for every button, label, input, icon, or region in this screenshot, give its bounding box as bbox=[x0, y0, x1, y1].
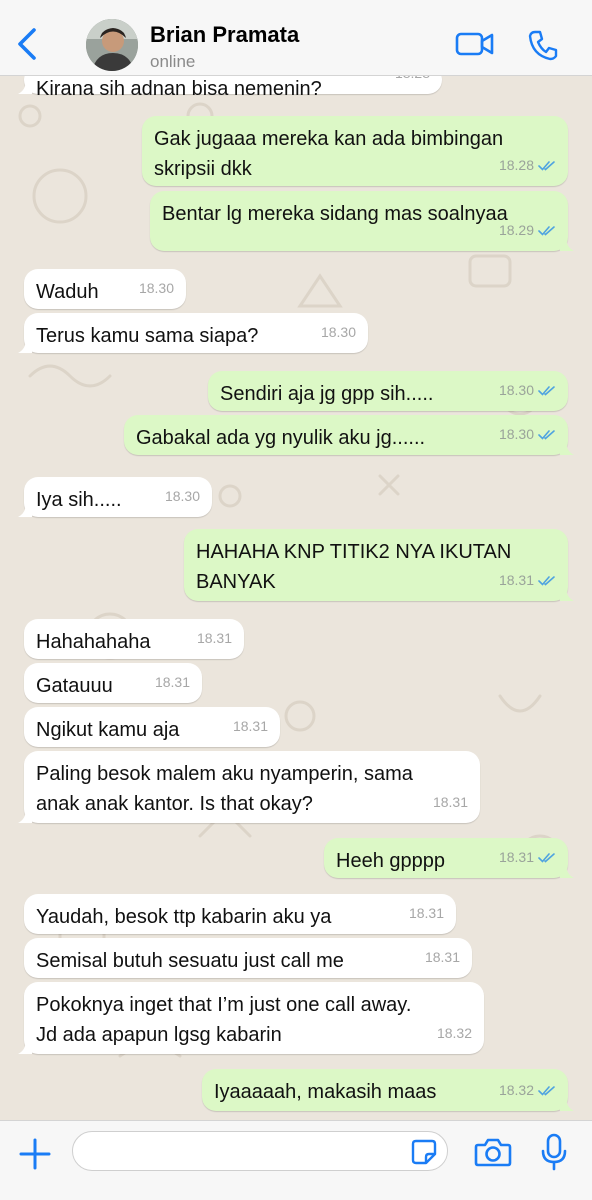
message-time: 18.28 bbox=[395, 76, 430, 88]
incoming-message-bubble[interactable]: Ngikut kamu aja 18.31 bbox=[24, 707, 280, 747]
read-receipt-icon bbox=[538, 852, 555, 863]
chat-header: Brian Pramata online bbox=[0, 0, 592, 76]
incoming-message-bubble[interactable]: Terus kamu sama siapa? 18.30 bbox=[18, 313, 368, 353]
video-call-icon[interactable] bbox=[455, 30, 495, 58]
message-text: Yaudah, besok ttp kabarin aku ya bbox=[36, 906, 332, 928]
read-receipt-icon bbox=[538, 160, 555, 171]
message-time: 18.30 bbox=[164, 488, 200, 504]
message-text: Pokoknya inget that I’m just one call aw… bbox=[36, 994, 412, 1046]
message-time: 18.31 bbox=[432, 794, 468, 810]
back-chevron-icon[interactable] bbox=[12, 26, 44, 62]
message-time: 18.29 bbox=[498, 222, 534, 238]
message-time: 18.31 bbox=[498, 849, 534, 865]
read-receipt-icon bbox=[538, 385, 555, 396]
message-meta: 18.30 bbox=[499, 375, 556, 405]
message-time: 18.31 bbox=[154, 674, 190, 690]
message-meta: 18.31 bbox=[499, 565, 556, 595]
message-meta: 18.31 bbox=[433, 787, 468, 817]
outgoing-message-bubble[interactable]: HAHAHA KNP TITIK2 NYA IKUTAN BANYAK 18.31 bbox=[184, 529, 574, 601]
incoming-message-bubble[interactable]: Pokoknya inget that I’m just one call aw… bbox=[18, 982, 484, 1054]
camera-icon[interactable] bbox=[474, 1136, 512, 1168]
message-meta: 18.31 bbox=[197, 623, 232, 653]
contact-name[interactable]: Brian Pramata bbox=[150, 22, 299, 48]
incoming-message-bubble[interactable]: Gatauuu 18.31 bbox=[24, 663, 202, 703]
message-text: Gabakal ada yg nyulik aku jg...... bbox=[136, 427, 426, 449]
message-time: 18.30 bbox=[498, 426, 534, 442]
message-meta: 18.28 bbox=[499, 150, 556, 180]
message-time: 18.30 bbox=[138, 280, 174, 296]
incoming-message-bubble[interactable]: Semisal butuh sesuatu just call me 18.31 bbox=[24, 938, 472, 978]
outgoing-message-bubble[interactable]: Iyaaaaah, makasih maas 18.32 bbox=[202, 1069, 574, 1111]
message-time: 18.31 bbox=[196, 630, 232, 646]
incoming-message-bubble[interactable]: Yaudah, besok ttp kabarin aku ya 18.31 bbox=[24, 894, 456, 934]
message-time: 18.28 bbox=[498, 157, 534, 173]
incoming-message-bubble[interactable]: Iya sih..... 18.30 bbox=[18, 477, 212, 517]
message-time: 18.30 bbox=[498, 382, 534, 398]
message-time: 18.31 bbox=[232, 718, 268, 734]
message-text: Kirana sih adnan bisa nemenin? bbox=[36, 78, 322, 100]
message-meta: 18.30 bbox=[499, 419, 556, 449]
incoming-message-bubble[interactable]: Waduh 18.30 bbox=[24, 269, 186, 309]
message-meta: 18.31 bbox=[233, 711, 268, 741]
chat-area[interactable]: Kirana sih adnan bisa nemenin?18.28Gak j… bbox=[0, 76, 592, 1120]
outgoing-message-bubble[interactable]: Bentar lg mereka sidang mas soalnyaa 18.2… bbox=[150, 191, 574, 251]
message-text: Gak jugaaa mereka kan ada bimbingan skri… bbox=[154, 128, 504, 180]
message-meta: 18.30 bbox=[321, 317, 356, 347]
read-receipt-icon bbox=[538, 1085, 555, 1096]
microphone-icon[interactable] bbox=[540, 1133, 568, 1171]
contact-status: online bbox=[150, 52, 196, 71]
message-text: Terus kamu sama siapa? bbox=[36, 325, 259, 347]
message-time: 18.32 bbox=[498, 1082, 534, 1098]
message-meta: 18.28 bbox=[395, 76, 430, 88]
message-meta: 18.29 bbox=[499, 215, 556, 245]
message-time: 18.31 bbox=[424, 949, 460, 965]
message-time: 18.31 bbox=[498, 572, 534, 588]
incoming-message-bubble[interactable]: Kirana sih adnan bisa nemenin? 18.28 bbox=[18, 76, 442, 100]
phone-call-icon[interactable] bbox=[528, 29, 558, 61]
message-text: Paling besok malem aku nyamperin, sama a… bbox=[36, 763, 413, 815]
message-input[interactable] bbox=[73, 1132, 393, 1170]
incoming-message-bubble[interactable]: Hahahahaha 18.31 bbox=[24, 619, 244, 659]
message-meta: 18.32 bbox=[499, 1075, 556, 1105]
message-meta: 18.32 bbox=[437, 1018, 472, 1048]
read-receipt-icon bbox=[538, 575, 555, 586]
message-meta: 18.30 bbox=[139, 273, 174, 303]
outgoing-message-bubble[interactable]: Gabakal ada yg nyulik aku jg...... 18.30 bbox=[124, 415, 574, 455]
sticker-icon[interactable] bbox=[411, 1139, 437, 1165]
read-receipt-icon bbox=[538, 225, 555, 236]
composer-bar bbox=[0, 1120, 592, 1200]
message-time: 18.30 bbox=[320, 324, 356, 340]
message-input-wrapper[interactable] bbox=[72, 1131, 448, 1171]
plus-icon[interactable] bbox=[18, 1137, 52, 1171]
message-meta: 18.30 bbox=[165, 481, 200, 511]
message-meta: 18.31 bbox=[409, 898, 444, 928]
message-time: 18.31 bbox=[408, 905, 444, 921]
message-meta: 18.31 bbox=[499, 842, 556, 872]
message-text: Semisal butuh sesuatu just call me bbox=[36, 950, 344, 972]
message-text: Bentar lg mereka sidang mas soalnyaa bbox=[162, 203, 508, 225]
message-time: 18.32 bbox=[436, 1025, 472, 1041]
outgoing-message-bubble[interactable]: Heeh gpppp 18.31 bbox=[324, 838, 574, 878]
message-meta: 18.31 bbox=[155, 667, 190, 697]
contact-avatar[interactable] bbox=[86, 19, 138, 71]
message-meta: 18.31 bbox=[425, 942, 460, 972]
outgoing-message-bubble[interactable]: Sendiri aja jg gpp sih..... 18.30 bbox=[208, 371, 568, 411]
read-receipt-icon bbox=[538, 429, 555, 440]
outgoing-message-bubble[interactable]: Gak jugaaa mereka kan ada bimbingan skri… bbox=[142, 116, 568, 186]
incoming-message-bubble[interactable]: Paling besok malem aku nyamperin, sama a… bbox=[18, 751, 480, 823]
